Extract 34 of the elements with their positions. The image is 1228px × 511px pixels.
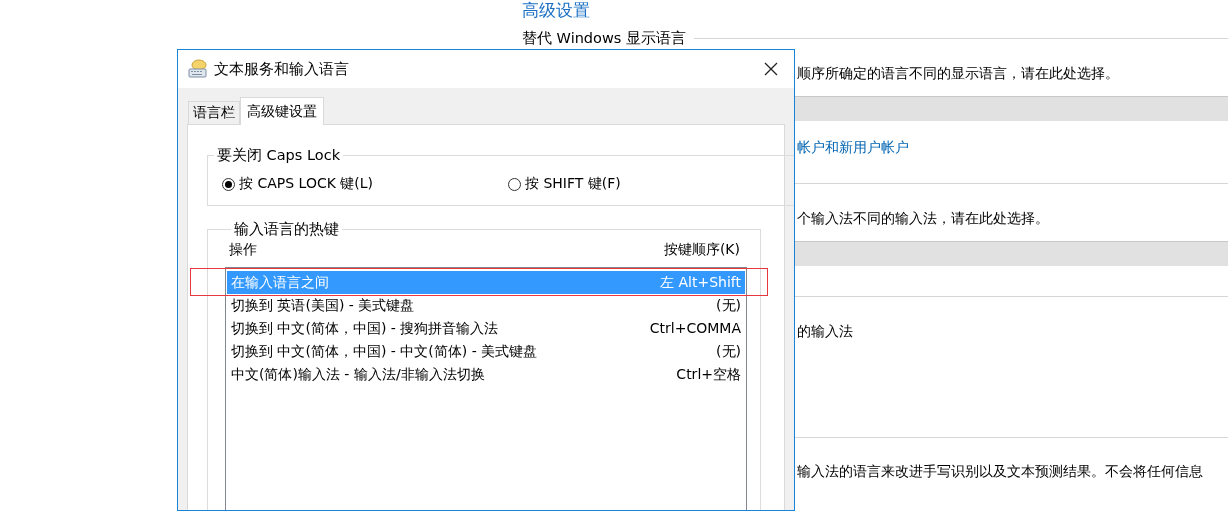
hotkey-row[interactable]: 切换到 中文(简体，中国) - 搜狗拼音输入法 Ctrl+COMMA (227, 317, 745, 340)
description-text: 个输入法不同的输入法，请在此处选择。 (797, 210, 1049, 226)
key-sequence-text: (无) (716, 296, 741, 315)
key-sequence-text: (无) (716, 342, 741, 361)
group-title: 要关闭 Caps Lock (216, 146, 342, 165)
column-header: 操作 (229, 240, 257, 259)
action-text: 切换到 英语(美国) - 美式键盘 (231, 296, 415, 315)
key-sequence-text: 左 Alt+Shift (660, 273, 741, 292)
column-header: 按键顺序(K) (663, 240, 740, 259)
description-text: 顺序所确定的语言不同的显示语言，请在此处选择。 (797, 65, 1119, 81)
close-icon[interactable] (764, 62, 778, 76)
settings-link[interactable]: 帐户和新用户帐户 (797, 139, 909, 155)
description-text: 输入法的语言来改进手写识别以及文本预测结果。不会将任何信息 (797, 463, 1203, 479)
description-text: 的输入法 (797, 323, 853, 339)
tab[interactable]: 高级键设置 (240, 97, 324, 125)
radio-button[interactable] (508, 177, 521, 191)
radio-label[interactable]: 按 SHIFT 键(F) (525, 175, 621, 193)
group-title: 输入语言的热键 (233, 220, 340, 239)
action-text: 切换到 中文(简体，中国) - 中文(简体) - 美式键盘 (231, 342, 538, 361)
action-text: 在输入语言之间 (231, 273, 329, 292)
dialog-title: 文本服务和输入语言 (214, 59, 350, 79)
radio-button[interactable] (222, 177, 235, 191)
action-text: 中文(简体)输入法 - 输入法/非输入法切换 (231, 365, 485, 384)
action-text: 切换到 中文(简体，中国) - 搜狗拼音输入法 (231, 319, 499, 338)
hotkey-row[interactable]: 中文(简体)输入法 - 输入法/非输入法切换 Ctrl+空格 (227, 363, 745, 386)
page-heading: 高级设置 (522, 0, 591, 22)
tab[interactable]: 语言栏 (188, 101, 240, 124)
keyboard-speech-bubble-icon (188, 59, 208, 79)
hotkey-row[interactable]: 切换到 英语(美国) - 美式键盘 (无) (227, 294, 745, 317)
radio-label[interactable]: 按 CAPS LOCK 键(L) (239, 175, 374, 193)
hotkey-row[interactable]: 切换到 中文(简体，中国) - 中文(简体) - 美式键盘 (无) (227, 340, 745, 363)
section-title: 替代 Windows 显示语言 (522, 28, 686, 48)
key-sequence-text: Ctrl+COMMA (649, 319, 741, 338)
key-sequence-text: Ctrl+空格 (676, 365, 741, 384)
